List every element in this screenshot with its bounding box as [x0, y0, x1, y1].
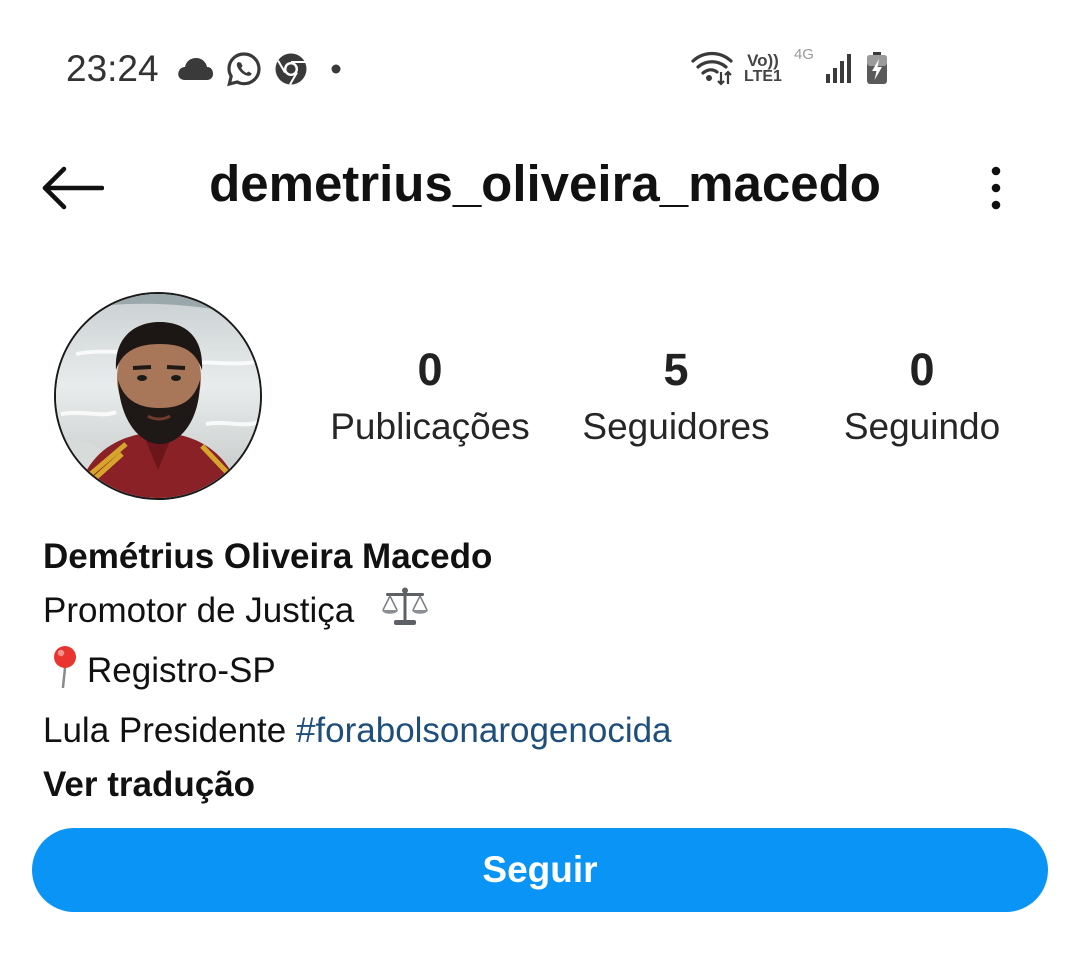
bio-location-line: Registro-SP [43, 644, 1043, 704]
follow-button[interactable]: Seguir [32, 828, 1048, 912]
status-bar: 23:24 Vo)) LTE1 4G [0, 0, 1080, 140]
status-time: 23:24 [66, 48, 159, 89]
see-translation-link[interactable]: Ver tradução [43, 758, 1043, 812]
stat-following[interactable]: 0 Seguindo [802, 340, 1042, 452]
profile-photo [56, 294, 260, 498]
status-left-icons [176, 49, 350, 89]
stat-followers-label: Seguidores [582, 406, 770, 447]
bio-occupation-line: Promotor de Justiça [43, 584, 1043, 644]
battery-charging-icon [864, 51, 890, 85]
profile-stats: 0 Publicações 5 Seguidores 0 Seguindo [310, 340, 1040, 470]
volte-top-text: Vo)) [747, 50, 779, 70]
volte-bottom-text: LTE1 [744, 67, 782, 85]
bio-occupation: Promotor de Justiça [43, 591, 355, 630]
more-vertical-icon [990, 166, 1002, 210]
network-type-text: 4G [793, 46, 814, 63]
stat-following-count: 0 [909, 344, 935, 395]
more-options-button[interactable] [976, 158, 1016, 218]
chrome-icon [274, 52, 308, 86]
avatar[interactable] [54, 292, 262, 500]
stat-posts-label: Publicações [330, 406, 530, 447]
status-right-icons: Vo)) LTE1 4G [690, 46, 890, 90]
profile-bio: Demétrius Oliveira Macedo Promotor de Ju… [43, 530, 1043, 812]
back-button[interactable] [40, 158, 106, 218]
profile-username: demetrius_oliveira_macedo [209, 155, 881, 212]
wifi-icon [690, 49, 734, 87]
volte-icon: Vo)) LTE1 [744, 52, 782, 85]
pin-icon [43, 644, 87, 704]
bio-politics-text: Lula Presidente [43, 711, 296, 750]
profile-header: demetrius_oliveira_macedo [0, 140, 1080, 235]
bio-location: Registro-SP [87, 651, 276, 690]
stat-followers-count: 5 [663, 344, 689, 395]
signal-icon [824, 52, 854, 84]
cloud-icon [176, 56, 214, 82]
notification-dot-icon [320, 59, 350, 79]
stat-posts[interactable]: 0 Publicações [310, 340, 550, 452]
stat-posts-count: 0 [417, 344, 443, 395]
stat-followers[interactable]: 5 Seguidores [556, 340, 796, 452]
whatsapp-icon [226, 51, 262, 87]
arrow-left-icon [42, 166, 104, 210]
stat-following-label: Seguindo [843, 406, 1001, 447]
profile-full-name: Demétrius Oliveira Macedo [43, 537, 493, 576]
scales-icon [380, 586, 430, 644]
bio-hashtag-link[interactable]: #forabolsonarogenocida [296, 711, 672, 750]
bio-politics-line: Lula Presidente #forabolsonarogenocida [43, 704, 1043, 758]
